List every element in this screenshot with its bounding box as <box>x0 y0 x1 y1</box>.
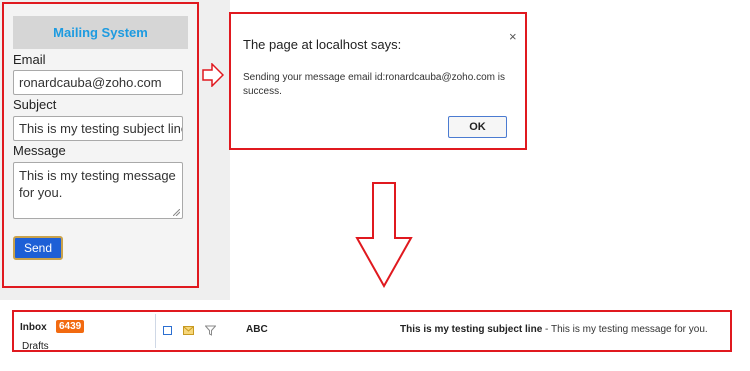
message-text: This is my testing message for you. <box>19 168 176 200</box>
unread-count-badge: 6439 <box>56 320 85 333</box>
message-label: Message <box>13 143 66 158</box>
close-icon[interactable]: × <box>509 29 517 44</box>
filter-icon[interactable] <box>205 325 216 336</box>
checkbox-icon[interactable] <box>163 326 172 335</box>
send-button[interactable]: Send <box>13 236 63 260</box>
email-field[interactable]: ronardcauba@zoho.com <box>13 70 183 95</box>
message-subject: This is my testing subject line <box>400 324 543 335</box>
message-textarea[interactable]: This is my testing message for you. <box>13 162 183 219</box>
resize-grip-icon[interactable] <box>173 209 180 216</box>
arrow-right-icon <box>202 63 224 87</box>
message-snippet: - This is my testing message for you. <box>542 324 708 335</box>
subject-label: Subject <box>13 97 57 112</box>
inbox-folder-label[interactable]: Inbox <box>20 322 47 333</box>
dialog-message: Sending your message email id:ronardcaub… <box>243 72 505 97</box>
message-row[interactable]: This is my testing subject line - This i… <box>400 324 708 335</box>
ok-button[interactable]: OK <box>448 116 507 138</box>
email-label: Email <box>13 52 46 67</box>
pane-divider <box>155 314 156 348</box>
arrow-down-icon <box>355 182 413 288</box>
dialog-title: The page at localhost says: <box>243 37 402 52</box>
subject-field[interactable]: This is my testing subject line <box>13 116 183 141</box>
form-title: Mailing System <box>13 16 188 49</box>
envelope-icon[interactable] <box>183 326 194 335</box>
drafts-folder-label[interactable]: Drafts <box>22 341 49 349</box>
message-sender[interactable]: ABC <box>246 324 268 335</box>
